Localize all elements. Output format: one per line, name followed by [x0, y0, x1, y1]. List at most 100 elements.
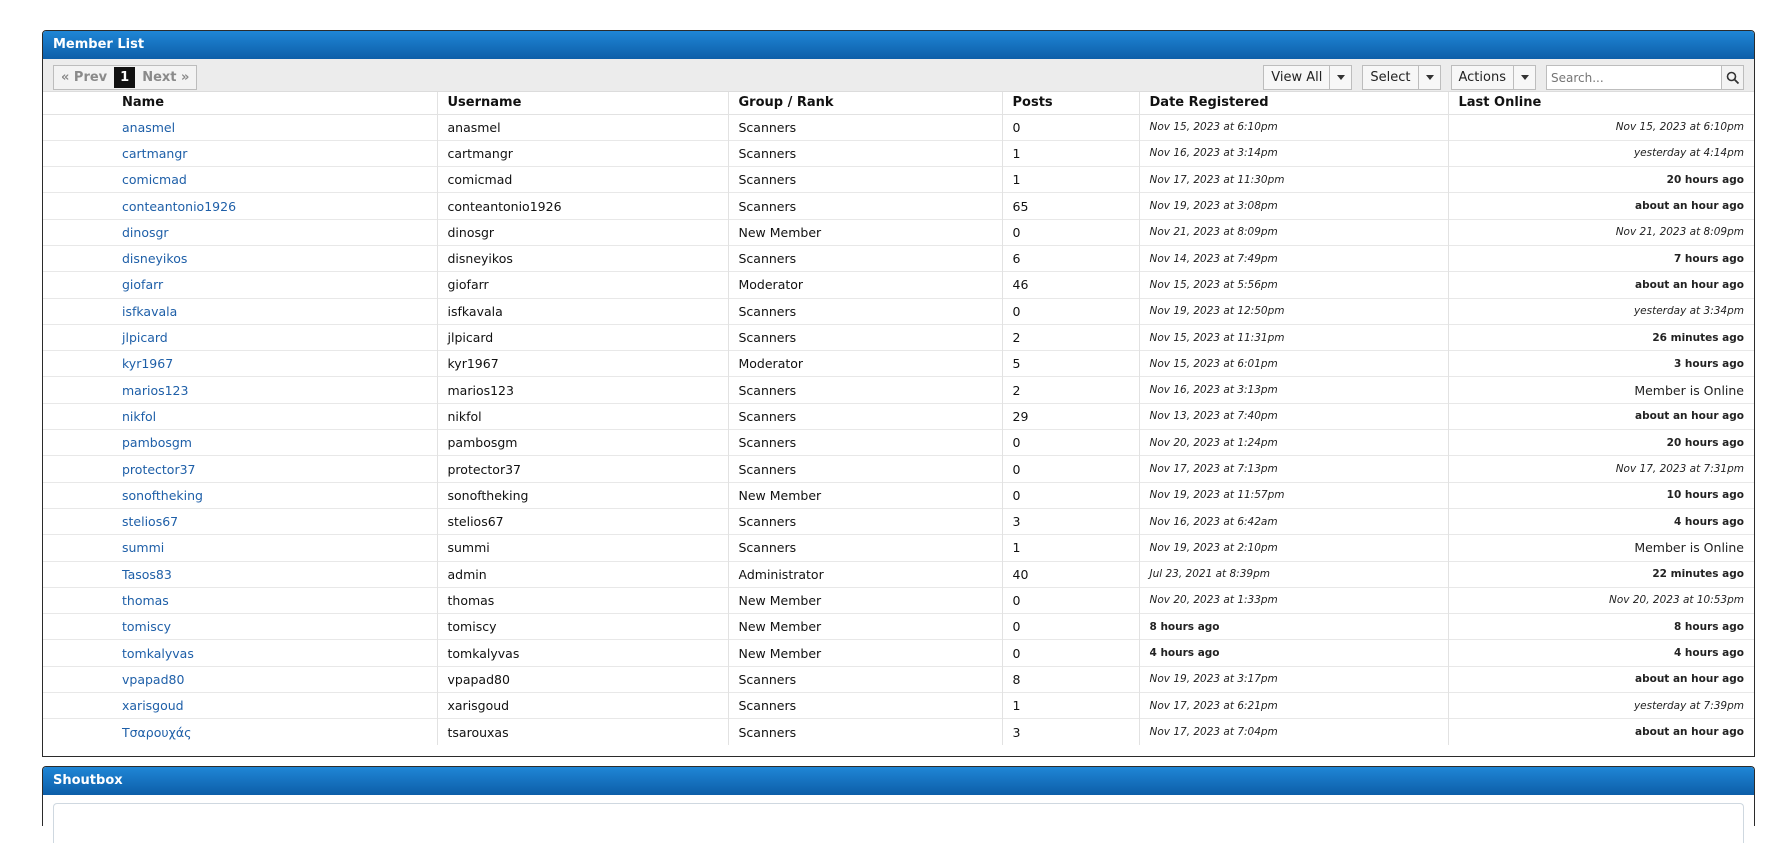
member-name-link[interactable]: thomas [43, 586, 438, 614]
member-group: Scanners [728, 139, 1003, 167]
prev-page-button[interactable]: « Prev [54, 66, 114, 89]
member-name-link[interactable]: protector37 [43, 455, 438, 483]
member-username: thomas [437, 586, 729, 614]
view-all-label: View All [1271, 70, 1323, 85]
member-group: Scanners [728, 665, 1003, 693]
table-row: isfkavala isfkavala Scanners 0 Nov 19, 2023 … [43, 297, 1754, 325]
member-name-link[interactable]: sonoftheking [43, 481, 438, 509]
member-date-registered: Nov 13, 2023 at 7:40pm [1139, 402, 1449, 430]
member-group: New Member [728, 218, 1003, 246]
search-input[interactable] [1547, 66, 1721, 89]
member-name-link[interactable]: jlpicard [43, 323, 438, 351]
member-name-link[interactable]: Τσαρουχάς [43, 718, 438, 746]
select-dropdown[interactable]: Select [1362, 65, 1441, 90]
table-row: tomiscy tomiscy New Member 0 8 hours ago 8 ho… [43, 613, 1754, 640]
shoutbox-panel: Shoutbox [42, 766, 1755, 843]
member-posts: 3 [1002, 507, 1140, 535]
member-name-link[interactable]: stelios67 [43, 507, 438, 535]
member-name-link[interactable]: xarisgoud [43, 692, 438, 719]
member-name-link[interactable]: comicmad [43, 166, 438, 193]
table-row: conteantonio1926 conteantonio1926 Scanners… [43, 192, 1754, 220]
member-posts: 2 [1002, 376, 1140, 404]
actions-dropdown[interactable]: Actions [1450, 65, 1536, 90]
member-username: tomiscy [437, 613, 729, 640]
member-username: isfkavala [437, 297, 729, 325]
column-header-last-online[interactable]: Last Online [1448, 92, 1754, 115]
chevron-down-icon[interactable] [1417, 66, 1440, 89]
table-row: thomas thomas New Member 0 Nov 20, 2023 at 1… [43, 586, 1754, 614]
member-name-link[interactable]: isfkavala [43, 297, 438, 325]
member-name-link[interactable]: nikfol [43, 402, 438, 430]
member-name-link[interactable]: Tasos83 [43, 560, 438, 588]
member-table: Name Username Group / Rank Posts Date Re… [43, 92, 1754, 746]
member-date-registered: Nov 19, 2023 at 3:17pm [1139, 665, 1449, 693]
member-last-online: Nov 21, 2023 at 8:09pm [1448, 218, 1754, 246]
member-posts: 1 [1002, 166, 1140, 193]
member-name-link[interactable]: dinosgr [43, 218, 438, 246]
member-name-link[interactable]: marios123 [43, 376, 438, 404]
member-date-registered: 8 hours ago [1139, 613, 1449, 640]
member-date-registered: Nov 19, 2023 at 2:10pm [1139, 534, 1449, 562]
member-posts: 1 [1002, 534, 1140, 562]
member-username: anasmel [437, 113, 729, 141]
member-date-registered: Nov 20, 2023 at 1:33pm [1139, 586, 1449, 614]
member-name-link[interactable]: conteantonio1926 [43, 192, 438, 220]
member-username: disneyikos [437, 244, 729, 272]
member-posts: 5 [1002, 350, 1140, 377]
member-posts: 0 [1002, 586, 1140, 614]
member-username: summi [437, 534, 729, 562]
select-label: Select [1370, 70, 1411, 85]
member-last-online: yesterday at 7:39pm [1448, 692, 1754, 719]
member-name-link[interactable]: pambosgm [43, 429, 438, 456]
member-name-link[interactable]: tomiscy [43, 613, 438, 640]
member-date-registered: Nov 17, 2023 at 11:30pm [1139, 166, 1449, 193]
member-name-link[interactable]: kyr1967 [43, 350, 438, 377]
member-last-online: 4 hours ago [1448, 507, 1754, 535]
member-date-registered: Nov 17, 2023 at 7:04pm [1139, 718, 1449, 746]
member-date-registered: Nov 15, 2023 at 6:10pm [1139, 113, 1449, 141]
member-name-link[interactable]: vpapad80 [43, 665, 438, 693]
current-page: 1 [114, 67, 136, 88]
chevron-down-icon[interactable] [1329, 66, 1351, 89]
search-button[interactable] [1721, 66, 1743, 89]
member-group: New Member [728, 639, 1003, 667]
member-posts: 2 [1002, 323, 1140, 351]
member-posts: 0 [1002, 429, 1140, 456]
member-date-registered: Nov 19, 2023 at 11:57pm [1139, 481, 1449, 509]
member-group: Scanners [728, 718, 1003, 746]
member-name-link[interactable]: anasmel [43, 113, 438, 141]
member-group: New Member [728, 613, 1003, 640]
member-name-link[interactable]: tomkalyvas [43, 639, 438, 667]
table-row: nikfol nikfol Scanners 29 Nov 13, 2023 at 7:… [43, 402, 1754, 430]
search-icon [1726, 71, 1739, 84]
column-header-name[interactable]: Name [43, 92, 438, 115]
column-header-username[interactable]: Username [437, 92, 729, 115]
member-name-link[interactable]: disneyikos [43, 244, 438, 272]
view-all-dropdown[interactable]: View All [1263, 65, 1353, 90]
member-group: Scanners [728, 402, 1003, 430]
column-header-group[interactable]: Group / Rank [728, 92, 1003, 115]
member-date-registered: Nov 16, 2023 at 6:42am [1139, 507, 1449, 535]
member-group: Scanners [728, 455, 1003, 483]
toolbar-controls: View All Select Actions [1263, 65, 1744, 90]
member-list-title: Member List [43, 31, 1754, 59]
member-last-online: Member is Online [1448, 376, 1754, 404]
member-username: sonoftheking [437, 481, 729, 509]
member-group: New Member [728, 586, 1003, 614]
table-row: vpapad80 vpapad80 Scanners 8 Nov 19, 2023 at… [43, 665, 1754, 693]
member-posts: 0 [1002, 113, 1140, 141]
column-header-posts[interactable]: Posts [1002, 92, 1140, 115]
member-date-registered: Nov 17, 2023 at 7:13pm [1139, 455, 1449, 483]
next-page-button[interactable]: Next » [135, 66, 196, 89]
member-name-link[interactable]: giofarr [43, 271, 438, 299]
member-username: marios123 [437, 376, 729, 404]
member-posts: 0 [1002, 218, 1140, 246]
member-name-link[interactable]: cartmangr [43, 139, 438, 167]
member-last-online: yesterday at 4:14pm [1448, 139, 1754, 167]
column-header-date-registered[interactable]: Date Registered [1139, 92, 1449, 115]
member-last-online: 20 hours ago [1448, 166, 1754, 193]
member-name-link[interactable]: summi [43, 534, 438, 562]
member-group: Scanners [728, 244, 1003, 272]
chevron-down-icon[interactable] [1513, 66, 1535, 89]
member-last-online: Nov 15, 2023 at 6:10pm [1448, 113, 1754, 141]
